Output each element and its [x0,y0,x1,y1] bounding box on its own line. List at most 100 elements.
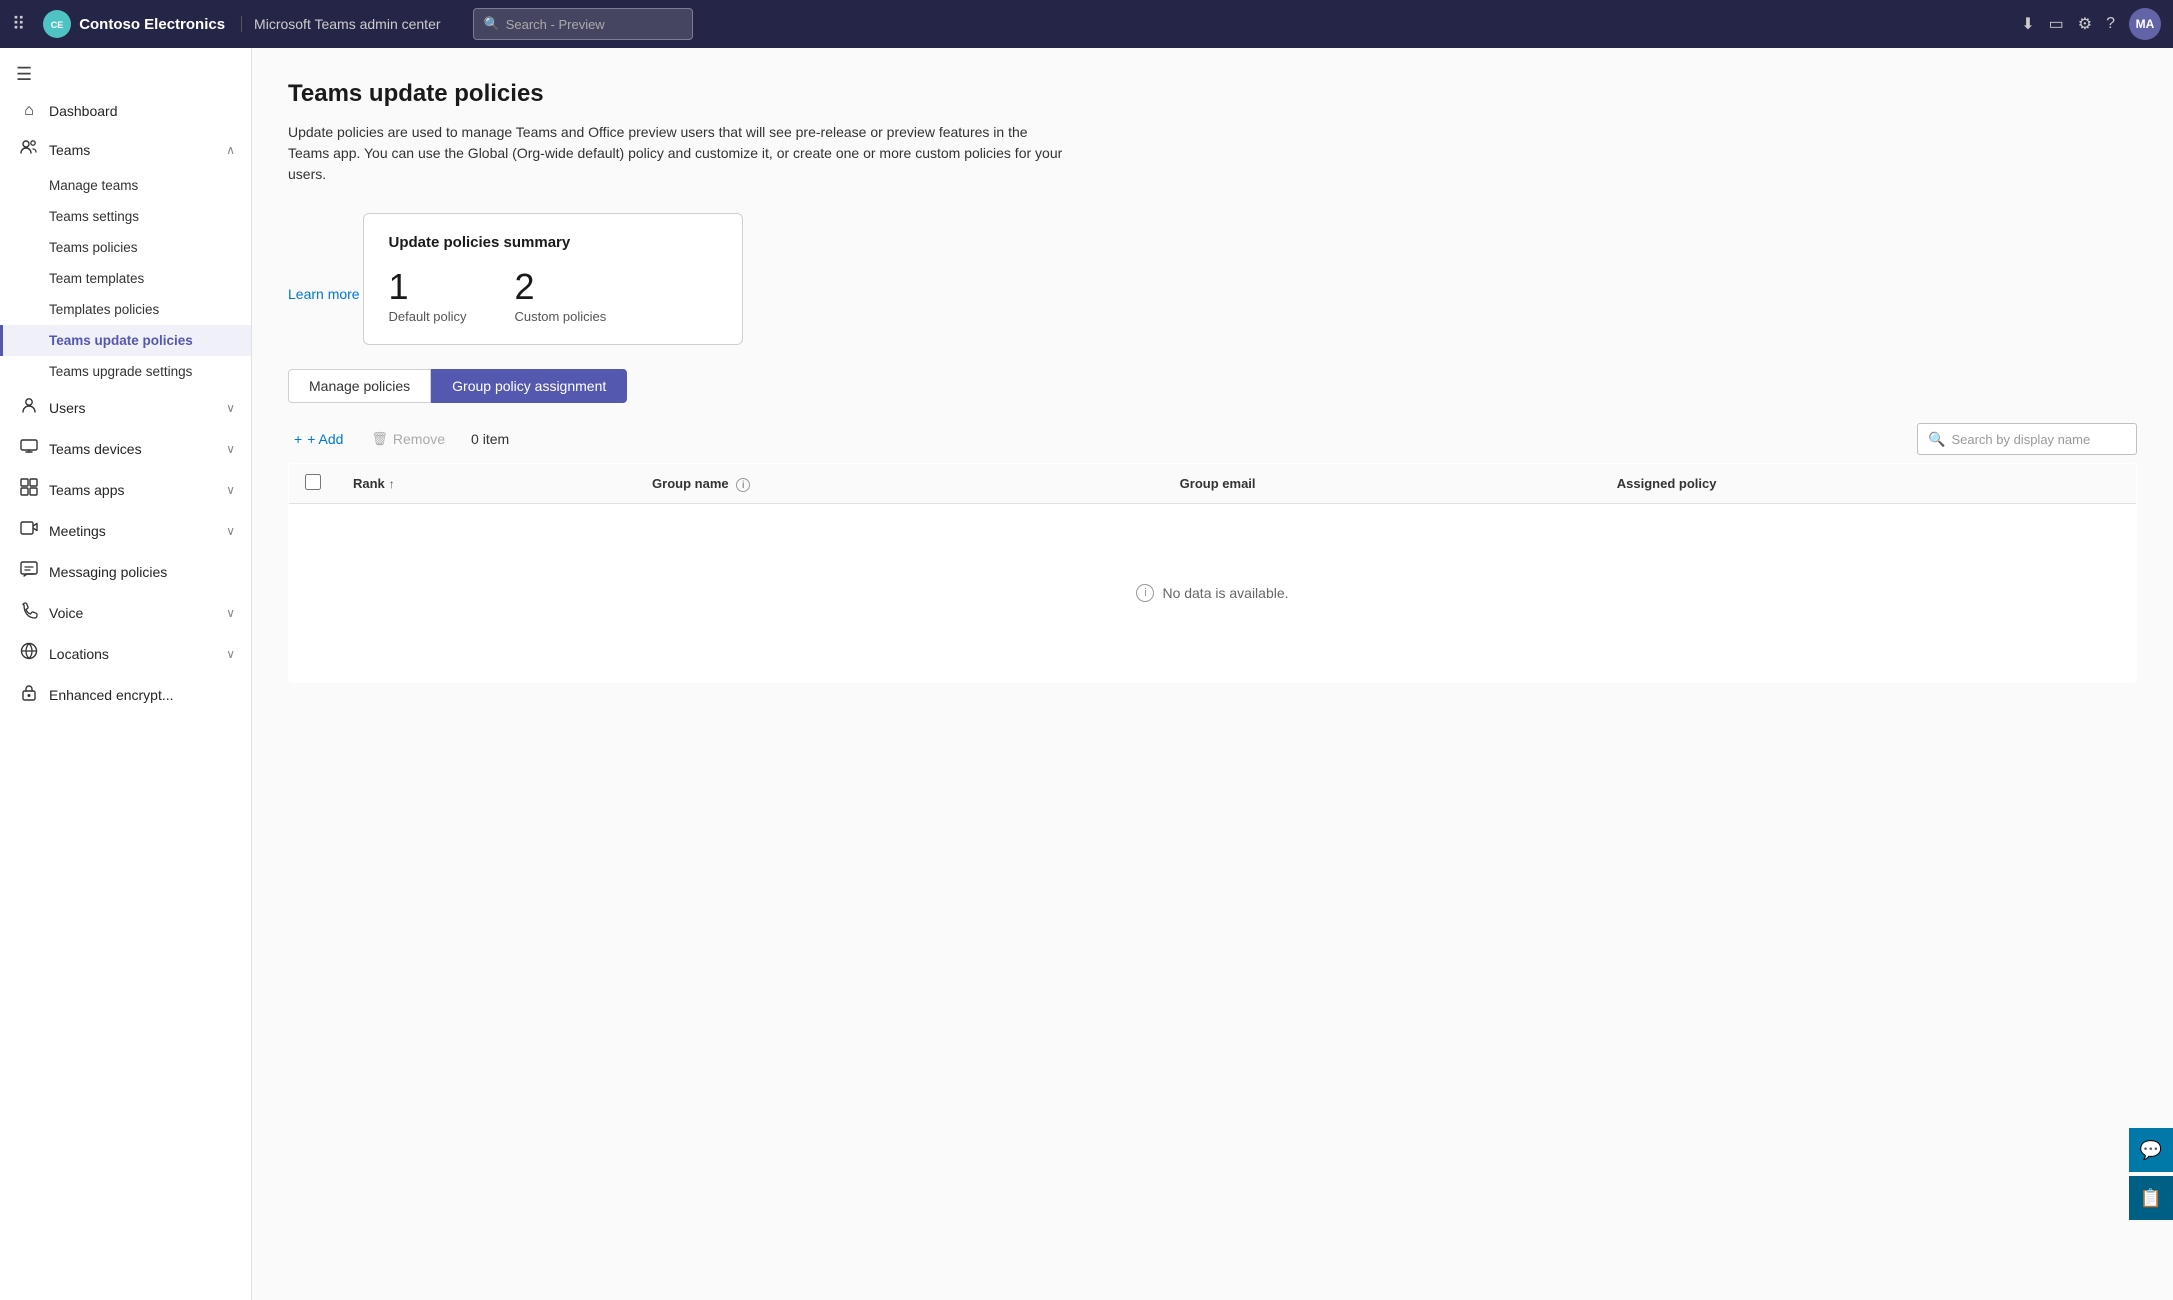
tab-group-policy-assignment[interactable]: Group policy assignment [431,369,627,403]
sidebar-item-users[interactable]: Users ∨ [0,387,251,428]
float-feedback-icon: 📋 [2140,1188,2162,1209]
teams-apps-icon [19,478,39,501]
teams-devices-chevron-icon: ∨ [226,442,235,456]
main-layout: ☰ ⌂ Dashboard Teams ∧ Manage teams Teams… [0,48,2173,1300]
sidebar-item-locations[interactable]: Locations ∨ [0,633,251,674]
locations-chevron-icon: ∨ [226,647,235,661]
logo-icon: CE [43,10,71,38]
teams-devices-icon [19,437,39,460]
logo: CE Contoso Electronics [43,10,225,38]
sidebar-item-label-voice: Voice [49,605,216,621]
sidebar-item-label-teams: Teams [49,142,216,158]
collapse-icon: ☰ [16,64,32,85]
header-assigned-policy: Assigned policy [1601,464,2137,504]
float-buttons: 💬 📋 [2129,1128,2173,1220]
sidebar-item-label-dashboard: Dashboard [49,103,235,119]
help-icon[interactable]: ? [2106,15,2115,33]
remove-trash-icon: 🗑 [371,431,388,447]
sidebar-item-voice[interactable]: Voice ∨ [0,592,251,633]
sidebar-collapse-button[interactable]: ☰ [0,56,251,89]
rank-label: Rank [353,476,385,491]
global-search-box[interactable]: 🔍 [473,8,693,40]
cast-icon[interactable]: ▭ [2049,14,2064,34]
teams-apps-chevron-icon: ∨ [226,483,235,497]
sidebar-item-label-meetings: Meetings [49,523,216,539]
page-description: Update policies are used to manage Teams… [288,122,1068,185]
sidebar-item-dashboard[interactable]: ⌂ Dashboard [0,93,251,129]
topbar-right: ⬇ ▭ ⚙ ? MA [2021,8,2161,40]
no-data-text: No data is available. [1162,585,1288,601]
stat-label-custom: Custom policies [515,309,607,324]
group-email-label: Group email [1180,476,1256,491]
sidebar-item-templates-policies[interactable]: Templates policies [0,294,251,325]
voice-chevron-icon: ∨ [226,606,235,620]
sidebar-item-label-locations: Locations [49,646,216,662]
users-icon [19,396,39,419]
teams-icon [19,138,39,161]
search-input[interactable] [1951,432,2126,447]
stat-custom-policies: 2 Custom policies [515,269,607,324]
sidebar-item-messaging-policies[interactable]: Messaging policies [0,551,251,592]
meetings-chevron-icon: ∨ [226,524,235,538]
remove-label: Remove [393,431,445,447]
sidebar-item-teams-settings[interactable]: Teams settings [0,201,251,232]
waffle-icon[interactable]: ⠿ [12,14,25,35]
content-area: Teams update policies Update policies ar… [252,48,2173,1300]
sidebar-item-teams-update-policies[interactable]: Teams update policies [0,325,251,356]
select-all-checkbox[interactable] [305,474,321,490]
summary-stats: 1 Default policy 2 Custom policies [388,269,718,324]
settings-icon[interactable]: ⚙ [2078,14,2092,34]
float-chat-button[interactable]: 💬 [2129,1128,2173,1172]
table-toolbar: + + Add 🗑 Remove 0 item 🔍 [288,423,2137,455]
sidebar: ☰ ⌂ Dashboard Teams ∧ Manage teams Teams… [0,48,252,1300]
add-label: + Add [307,431,343,447]
remove-button[interactable]: 🗑 Remove [365,427,451,451]
locations-icon [19,642,39,665]
no-data-icon: i [1136,584,1154,602]
encrypt-icon [19,683,39,706]
stat-label-default: Default policy [388,309,466,324]
teams-chevron-icon: ∧ [226,143,235,157]
search-icon: 🔍 [484,16,500,32]
stat-num-custom: 2 [515,269,607,305]
dashboard-icon: ⌂ [19,102,39,120]
header-rank: Rank ↑ [337,464,636,504]
sidebar-item-meetings[interactable]: Meetings ∨ [0,510,251,551]
app-title: Microsoft Teams admin center [241,16,440,32]
logo-text: Contoso Electronics [79,16,225,33]
avatar[interactable]: MA [2129,8,2161,40]
sidebar-item-manage-teams[interactable]: Manage teams [0,170,251,201]
float-chat-icon: 💬 [2140,1140,2162,1161]
sidebar-item-teams-policies[interactable]: Teams policies [0,232,251,263]
sidebar-item-teams[interactable]: Teams ∧ [0,129,251,170]
policy-tabs: Manage policies Group policy assignment [288,369,2137,403]
download-icon[interactable]: ⬇ [2021,14,2034,34]
messaging-icon [19,560,39,583]
float-feedback-button[interactable]: 📋 [2129,1176,2173,1220]
sidebar-item-label-enhanced-encrypt: Enhanced encrypt... [49,687,235,703]
item-count: 0 item [471,431,509,447]
group-name-info-icon[interactable]: i [736,478,750,492]
meetings-icon [19,519,39,542]
sidebar-item-enhanced-encrypt[interactable]: Enhanced encrypt... [0,674,251,715]
sidebar-item-label-teams-apps: Teams apps [49,482,216,498]
search-icon: 🔍 [1928,431,1945,448]
group-name-label: Group name [652,476,729,491]
global-search-input[interactable] [506,17,682,32]
sidebar-item-teams-upgrade-settings[interactable]: Teams upgrade settings [0,356,251,387]
sidebar-item-teams-devices[interactable]: Teams devices ∨ [0,428,251,469]
stat-default-policy: 1 Default policy [388,269,466,324]
learn-more-link[interactable]: Learn more [288,286,360,302]
sidebar-item-team-templates[interactable]: Team templates [0,263,251,294]
summary-card-title: Update policies summary [388,234,718,251]
sort-icon[interactable]: ↑ [389,477,395,491]
search-box[interactable]: 🔍 [1917,423,2137,455]
add-button[interactable]: + + Add [288,427,349,451]
header-group-email: Group email [1164,464,1601,504]
sidebar-item-label-teams-devices: Teams devices [49,441,216,457]
header-checkbox-col [289,464,338,504]
add-icon: + [294,431,302,447]
tab-manage-policies[interactable]: Manage policies [288,369,431,403]
sidebar-item-teams-apps[interactable]: Teams apps ∨ [0,469,251,510]
no-data-message: i No data is available. [289,504,2136,682]
